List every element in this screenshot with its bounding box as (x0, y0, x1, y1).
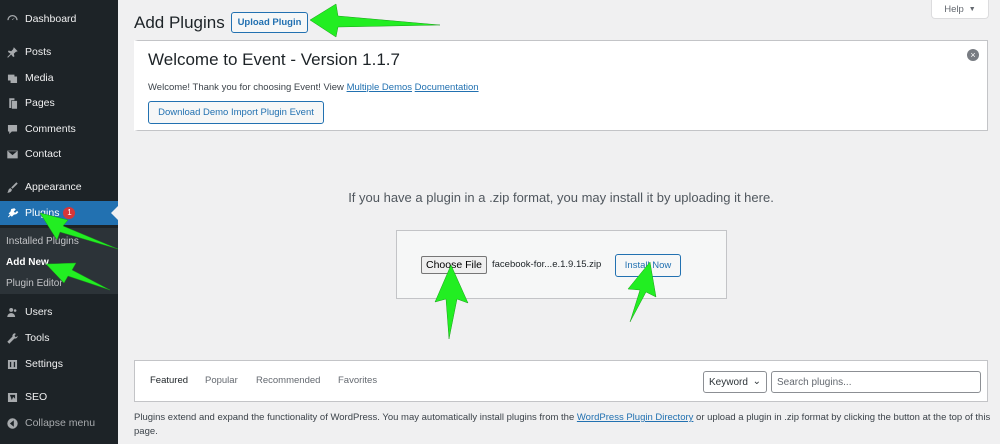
sidebar-item-label: Contact (25, 148, 62, 160)
plugin-filter-bar: Featured Popular Recommended Favorites K… (134, 360, 988, 402)
description-text-before: Plugins extend and expand the functional… (134, 412, 575, 423)
chevron-down-icon: ⌄ (752, 376, 761, 387)
upload-hint: If you have a plugin in a .zip format, y… (348, 190, 774, 205)
brush-icon (5, 180, 19, 194)
tab-popular[interactable]: Popular (205, 375, 238, 386)
sidebar-item-settings[interactable]: Settings (0, 352, 118, 376)
notice-text: Welcome! Thank you for choosing Event! V… (148, 82, 479, 93)
collapse-menu-button[interactable]: Collapse menu (0, 411, 118, 435)
help-tab[interactable]: Help ▼ (931, 0, 989, 19)
help-label: Help (944, 3, 964, 15)
pages-icon (5, 96, 19, 110)
plugins-description: Plugins extend and expand the functional… (134, 411, 994, 439)
wrench-icon (5, 331, 19, 345)
users-icon (5, 305, 19, 319)
sidebar-item-label: Collapse menu (25, 417, 96, 429)
admin-sidebar: Dashboard Posts Media Pages Comments Con… (0, 0, 118, 444)
sidebar-item-label: Pages (25, 97, 55, 109)
pin-icon (5, 45, 19, 59)
submenu-item-add-new[interactable]: Add New (6, 257, 49, 268)
welcome-notice: Welcome to Event - Version 1.1.7 Welcome… (134, 40, 988, 131)
sidebar-item-plugins[interactable]: Plugins 1 (0, 201, 118, 225)
plugin-directory-link[interactable]: WordPress Plugin Directory (577, 412, 694, 423)
comment-icon (5, 122, 19, 136)
sidebar-item-appearance[interactable]: Appearance (0, 175, 118, 199)
upload-form: Choose File facebook-for...e.1.9.15.zip … (396, 230, 727, 299)
selected-file-name: facebook-for...e.1.9.15.zip (492, 259, 602, 270)
sidebar-item-comments[interactable]: Comments (0, 117, 118, 141)
media-icon (5, 71, 19, 85)
multiple-demos-link[interactable]: Multiple Demos (347, 82, 412, 93)
sidebar-item-label: SEO (25, 391, 48, 403)
seo-icon (5, 390, 19, 404)
search-type-value: Keyword (709, 376, 748, 388)
sidebar-item-contact[interactable]: Contact (0, 142, 118, 166)
arrow-to-upload-button (309, 3, 441, 38)
search-plugins-input[interactable] (771, 371, 981, 393)
install-now-button[interactable]: Install Now (615, 254, 681, 277)
plugin-icon (5, 206, 19, 220)
settings-icon (5, 357, 19, 371)
active-indicator (111, 206, 118, 220)
sidebar-item-label: Comments (25, 123, 76, 135)
sidebar-item-label: Posts (25, 46, 52, 58)
dashboard-icon (5, 12, 19, 26)
upload-plugin-button[interactable]: Upload Plugin (231, 12, 308, 33)
sidebar-item-pages[interactable]: Pages (0, 91, 118, 115)
sidebar-item-dashboard[interactable]: Dashboard (0, 7, 118, 31)
sidebar-item-label: Users (25, 306, 53, 318)
sidebar-item-users[interactable]: Users (0, 300, 118, 324)
documentation-link[interactable]: Documentation (415, 82, 479, 93)
sidebar-item-label: Plugins (25, 207, 60, 219)
update-count-badge: 1 (63, 207, 76, 219)
notice-title: Welcome to Event - Version 1.1.7 (148, 50, 400, 69)
sidebar-item-label: Dashboard (25, 13, 77, 25)
sidebar-item-label: Appearance (25, 181, 82, 193)
mail-icon (5, 147, 19, 161)
caret-down-icon: ▼ (968, 5, 976, 13)
notice-text-prefix: Welcome! Thank you for choosing Event! V… (148, 82, 344, 93)
sidebar-item-label: Media (25, 72, 54, 84)
page-title: Add Plugins (134, 13, 225, 32)
sidebar-item-seo[interactable]: SEO (0, 385, 118, 409)
sidebar-item-label: Tools (25, 332, 50, 344)
collapse-icon (5, 416, 19, 430)
tab-featured[interactable]: Featured (150, 375, 188, 386)
plugins-submenu: Installed Plugins Add New Plugin Editor (0, 228, 118, 294)
tab-favorites[interactable]: Favorites (338, 375, 377, 386)
sidebar-item-posts[interactable]: Posts (0, 40, 118, 64)
tab-recommended[interactable]: Recommended (256, 375, 320, 386)
download-demo-import-button[interactable]: Download Demo Import Plugin Event (148, 101, 324, 124)
sidebar-item-media[interactable]: Media (0, 66, 118, 90)
dismiss-icon[interactable]: × (967, 49, 979, 61)
submenu-item-plugin-editor[interactable]: Plugin Editor (6, 278, 63, 289)
sidebar-item-tools[interactable]: Tools (0, 326, 118, 350)
submenu-item-installed-plugins[interactable]: Installed Plugins (6, 236, 79, 247)
search-type-select[interactable]: Keyword ⌄ (703, 371, 767, 393)
sidebar-item-label: Settings (25, 358, 63, 370)
choose-file-button[interactable]: Choose File (421, 256, 487, 274)
